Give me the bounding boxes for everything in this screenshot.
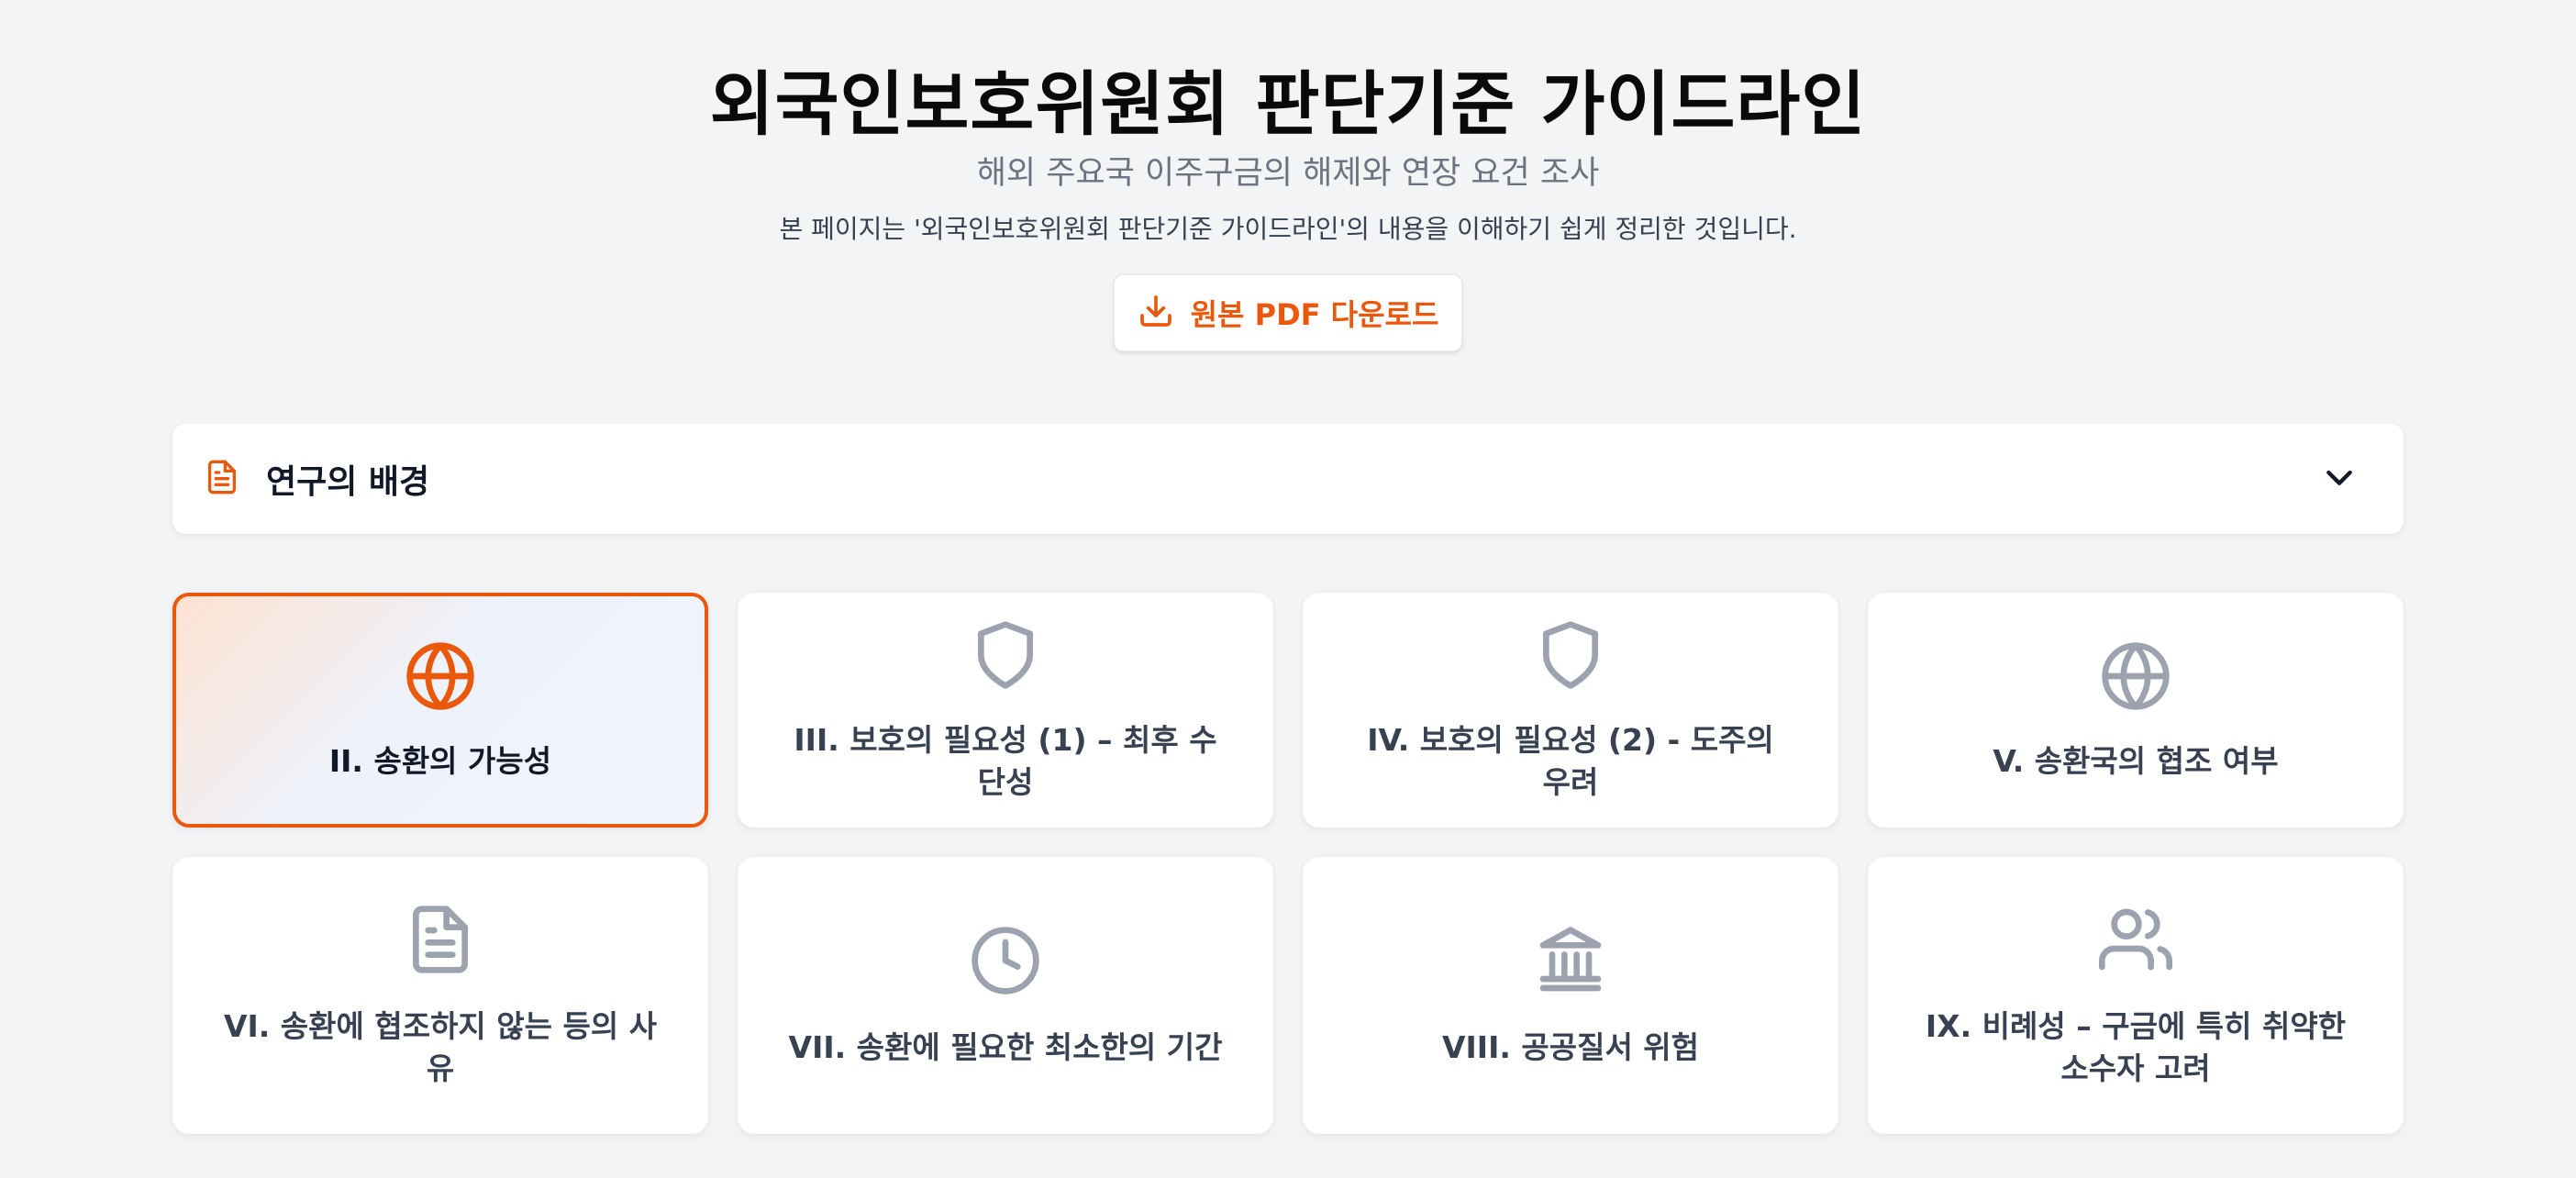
- download-pdf-button[interactable]: 원본 PDF 다운로드: [1114, 274, 1462, 351]
- clock-icon: [967, 922, 1044, 999]
- document-icon: [204, 457, 240, 501]
- section-card-7[interactable]: VII. 송환에 필요한 최소한의 기간: [738, 857, 1273, 1134]
- section-card-label: V. 송환국의 협조 여부: [1993, 743, 2279, 779]
- accordion-background[interactable]: 연구의 배경: [172, 424, 2404, 534]
- shield-icon: [967, 617, 1044, 694]
- globe-icon: [402, 638, 479, 715]
- section-card-label: VIII. 공공질서 위험: [1441, 1029, 1700, 1065]
- section-card-label: III. 보호의 필요성 (1) – 최후 수단성: [794, 722, 1217, 800]
- section-card-label: IX. 비례성 – 구금에 특히 취약한 소수자 고려: [1925, 1008, 2347, 1086]
- document-icon: [402, 901, 479, 978]
- section-card-8[interactable]: VIII. 공공질서 위험: [1303, 857, 1838, 1134]
- download-pdf-label: 원본 PDF 다운로드: [1190, 297, 1439, 332]
- chevron-down-icon[interactable]: [2321, 459, 2358, 499]
- shield-icon: [1532, 617, 1609, 694]
- section-card-6[interactable]: VI. 송환에 협조하지 않는 등의 사유: [172, 857, 708, 1134]
- globe-icon: [2097, 638, 2174, 715]
- download-icon: [1138, 293, 1174, 333]
- page-title: 외국인보호위원회 판단기준 가이드라인: [709, 63, 1867, 145]
- section-card-label: II. 송환의 가능성: [328, 743, 552, 779]
- page-subtitle: 해외 주요국 이주구금의 해제와 연장 요건 조사: [976, 155, 1600, 192]
- accordion-title: 연구의 배경: [266, 463, 430, 501]
- page-note: 본 페이지는 '외국인보호위원회 판단기준 가이드라인'의 내용을 이해하기 쉽…: [779, 214, 1797, 244]
- users-icon: [2097, 901, 2174, 978]
- section-card-2[interactable]: II. 송환의 가능성: [172, 593, 708, 828]
- section-card-5[interactable]: V. 송환국의 협조 여부: [1868, 593, 2404, 828]
- section-card-label: VI. 송환에 협조하지 않는 등의 사유: [223, 1008, 658, 1086]
- section-card-4[interactable]: IV. 보호의 필요성 (2) - 도주의 우려: [1303, 593, 1838, 828]
- section-card-9[interactable]: IX. 비례성 – 구금에 특히 취약한 소수자 고려: [1868, 857, 2404, 1134]
- section-card-3[interactable]: III. 보호의 필요성 (1) – 최후 수단성: [738, 593, 1273, 828]
- section-card-label: VII. 송환에 필요한 최소한의 기간: [788, 1029, 1223, 1065]
- section-card-label: IV. 보호의 필요성 (2) - 도주의 우려: [1367, 722, 1774, 800]
- bank-icon: [1532, 922, 1609, 999]
